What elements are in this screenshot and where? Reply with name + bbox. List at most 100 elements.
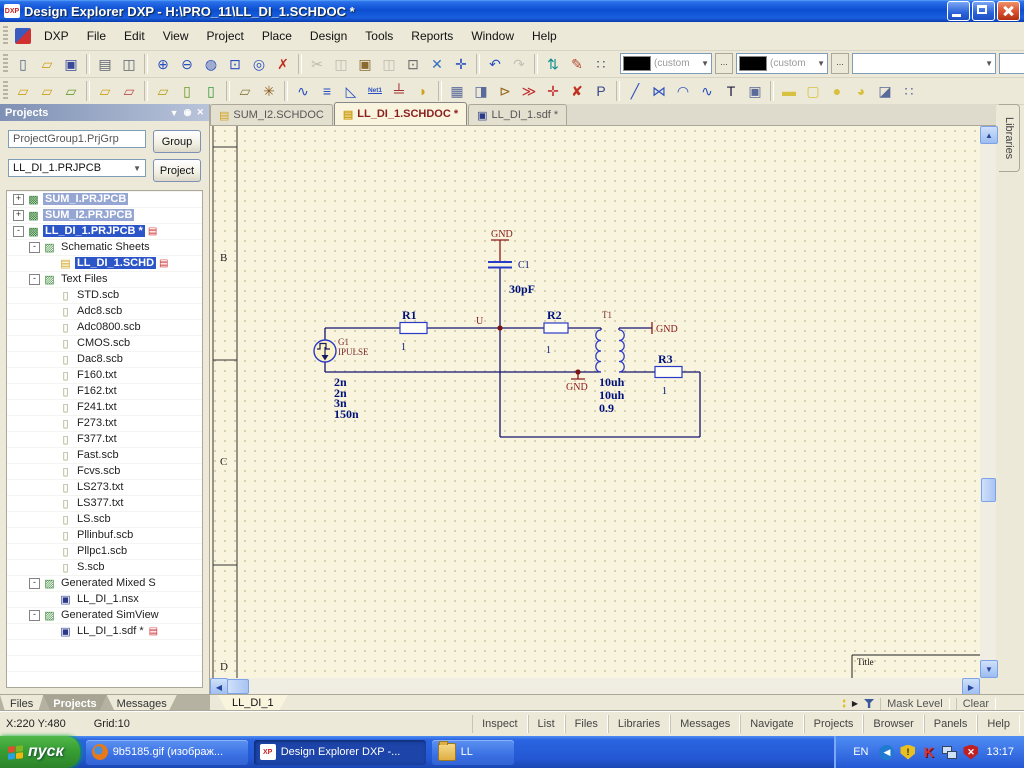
panel-menu-icon[interactable]: ▼ [170,108,179,118]
taskbar-task[interactable]: XPDesign Explorer DXP -... [254,740,426,765]
copy-icon[interactable]: ◫ [329,53,353,75]
taskbar-task[interactable]: LL [432,740,514,765]
tree-item[interactable]: ▯Adc8.scb [7,303,202,319]
label-g1-model[interactable]: IPULSE [338,347,369,357]
panel-close-icon[interactable]: ✕ [196,107,204,118]
clear-button[interactable]: Clear [956,698,996,710]
panel-button-browser[interactable]: Browser [863,715,923,733]
mask-level-button[interactable]: Mask Level [880,698,950,710]
label-r2-value[interactable]: 1 [546,345,551,356]
tree-item[interactable]: ▯F273.txt [7,415,202,431]
edit-icon[interactable]: ✎ [565,53,589,75]
sheet-tab[interactable]: LL_DI_1 [218,695,288,712]
expand-toggle-icon[interactable]: - [29,610,40,621]
panel-button-navigate[interactable]: Navigate [740,715,803,733]
move-selection-icon[interactable]: ✛ [449,53,473,75]
label-gnd-bottom[interactable]: GND [566,382,588,393]
network-icon[interactable] [942,745,957,760]
start-button[interactable]: пуск [0,736,80,768]
save-project-icon[interactable]: ▱ [151,80,175,102]
mask-dots-icon[interactable]: ♦♦ [842,699,846,709]
tree-item[interactable]: +▩SUM_I.PRJPCB [7,191,202,207]
tree-item[interactable]: ▯LS273.txt [7,479,202,495]
tree-item[interactable]: ▯LS377.txt [7,495,202,511]
panel-tab-projects[interactable]: Projects [43,695,106,712]
paste-array-icon[interactable]: ◫ [377,53,401,75]
line-icon[interactable]: ╱ [623,80,647,102]
document-tab[interactable]: ▤LL_DI_1.SCHDOC * [334,102,467,125]
print-icon[interactable]: ▤ [93,53,117,75]
vertical-scrollbar[interactable]: ▲ ▼ [980,126,996,678]
selection-combo[interactable]: ▼ [852,53,996,74]
label-g1-param-4[interactable]: 150n [334,407,359,421]
tree-item[interactable]: ▯F162.txt [7,383,202,399]
schematic-canvas[interactable]: B C D [210,126,980,678]
source-g1[interactable] [314,340,336,362]
color-browse-button-1[interactable]: ... [715,53,733,74]
close-button[interactable] [997,1,1020,21]
mask-arrow-icon[interactable]: ▶ [852,699,858,708]
open-folder-icon[interactable]: ▱ [35,53,59,75]
panel-button-inspect[interactable]: Inspect [472,715,527,733]
zoom-selection-icon[interactable]: ◎ [247,53,271,75]
label-r2-ref[interactable]: R2 [547,308,562,322]
transformer-t1[interactable] [596,330,625,372]
cross-probe-icon[interactable]: ∷ [589,53,613,75]
sheet-symbol-icon[interactable]: ▦ [445,80,469,102]
polygon-icon[interactable]: ⋈ [647,80,671,102]
menu-item[interactable]: Edit [115,26,154,46]
ellipse-icon[interactable]: ● [825,80,849,102]
array-icon[interactable]: ∷ [897,80,921,102]
tree-item[interactable]: ▯F241.txt [7,399,202,415]
menu-item[interactable]: Project [198,26,253,46]
security-alert-icon[interactable]: ! [900,745,915,760]
scroll-down-icon[interactable]: ▼ [980,660,998,678]
tree-item[interactable]: -▨Generated SimView [7,607,202,623]
rectangle-icon[interactable]: ▬ [777,80,801,102]
tree-item[interactable]: ▯Pllinbuf.scb [7,527,202,543]
maximize-button[interactable] [972,1,995,21]
tree-item[interactable]: ▯Adc0800.scb [7,319,202,335]
tree-item[interactable]: -▩LL_DI_1.PRJPCB *▤ [7,223,202,239]
horizontal-scroll-thumb[interactable] [227,679,249,694]
menu-item[interactable]: Reports [402,26,462,46]
open-document-icon[interactable]: ▱ [93,80,117,102]
label-r3-ref[interactable]: R3 [658,352,673,366]
minimize-button[interactable] [947,1,970,21]
panel-pin-icon[interactable]: ◉ [184,107,192,118]
antivirus-k-icon[interactable]: K [921,745,936,760]
pie-icon[interactable]: ◕ [849,80,873,102]
resistor-r3[interactable] [655,367,682,378]
toolbar-grip[interactable] [3,26,8,46]
tree-item[interactable]: -▨Text Files [7,271,202,287]
capacitor-c1[interactable] [488,262,512,268]
zoom-area-icon[interactable]: ⊡ [223,53,247,75]
project-select[interactable]: LL_DI_1.PRJPCB ▼ [8,159,146,177]
power-port-icon[interactable]: ╧ [387,80,411,102]
label-t1-value-1[interactable]: 10uh [599,375,625,389]
label-g1-ref[interactable]: G1 [338,337,349,347]
label-gnd-top[interactable]: GND [491,229,513,240]
cut-icon[interactable]: ✂ [305,53,329,75]
rounded-rect-icon[interactable]: ▢ [801,80,825,102]
scroll-up-icon[interactable]: ▲ [980,126,998,144]
undo-icon[interactable]: ↶ [483,53,507,75]
label-gnd-right[interactable]: GND [656,324,678,335]
tree-item[interactable]: ▯LS.scb [7,511,202,527]
probe-icon[interactable]: ✛ [541,80,565,102]
tree-item[interactable]: ▤LL_DI_1.SCHD▤ [7,255,202,271]
label-c1-value[interactable]: 30pF [509,282,535,296]
menu-item[interactable]: DXP [35,26,78,46]
vertical-scroll-thumb[interactable] [981,478,996,502]
tree-item[interactable]: ▯S.scb [7,559,202,575]
toolbar-grip[interactable] [3,54,8,73]
group-button[interactable]: Group [153,130,201,153]
label-net-u[interactable]: U [476,316,484,327]
tree-item[interactable]: ▯CMOS.scb [7,335,202,351]
toolbar-grip[interactable] [3,81,8,100]
app-icon[interactable]: DXP [4,4,20,18]
tree-item[interactable]: ▣LL_DI_1.sdf *▤ [7,623,202,639]
label-r3-value[interactable]: 1 [662,386,667,397]
paste-icon[interactable]: ▣ [353,53,377,75]
new-document-icon[interactable]: ▯ [11,53,35,75]
